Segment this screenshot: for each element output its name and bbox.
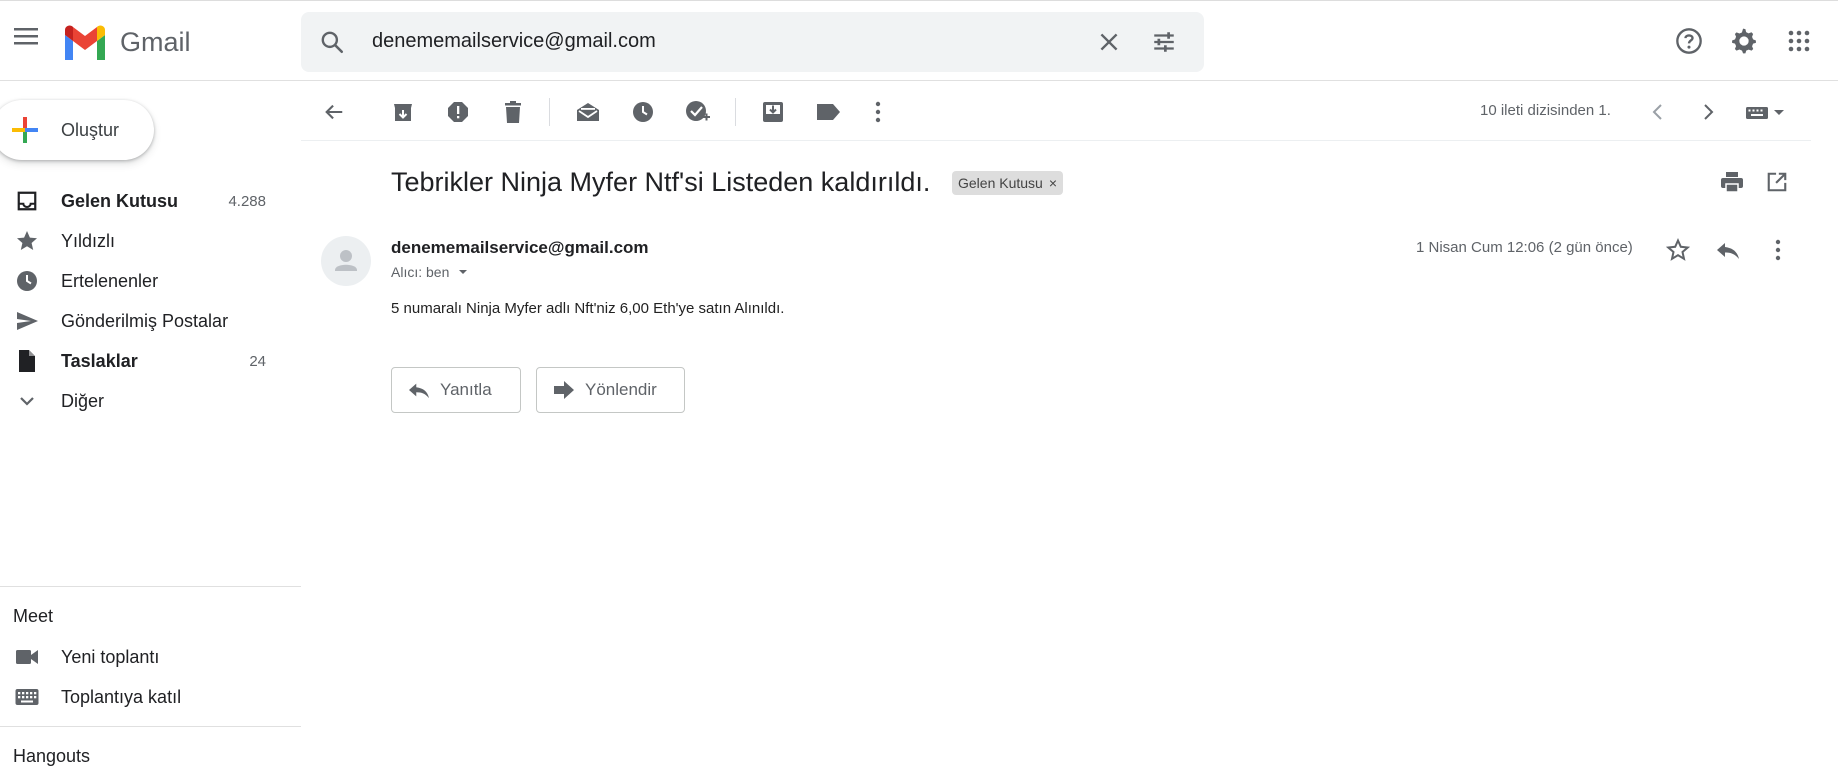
sender-avatar[interactable] [321, 236, 371, 286]
search-icon[interactable] [319, 29, 345, 55]
message-more-options-icon[interactable] [1762, 234, 1794, 266]
compose-plus-icon [11, 116, 39, 144]
apps-grid-icon[interactable] [1783, 25, 1815, 57]
search-input[interactable]: denememailservice@gmail.com [372, 30, 656, 53]
chevron-right-icon[interactable] [1690, 94, 1726, 130]
reply-arrow-icon[interactable] [1712, 234, 1744, 266]
remove-label-icon[interactable]: × [1049, 175, 1057, 191]
snooze-clock-icon[interactable] [625, 94, 661, 130]
compose-button[interactable]: Oluştur [0, 100, 154, 160]
reply-button[interactable]: Yanıtla [391, 367, 521, 413]
person-icon [335, 250, 357, 271]
star-outline-icon[interactable] [1662, 234, 1694, 266]
sidebar-item-more[interactable]: Diğer [0, 381, 290, 421]
sidebar-item-label: Ertelenenler [61, 270, 159, 291]
star-icon [14, 228, 40, 254]
sidebar-item-snoozed[interactable]: Ertelenenler [0, 261, 290, 301]
label-chip-text: Gelen Kutusu [958, 175, 1043, 191]
more-options-vertical-icon[interactable] [860, 94, 896, 130]
compose-label: Oluştur [61, 120, 120, 140]
top-header: Gmail denememailservice@gmail.com [0, 0, 1838, 81]
hangouts-section-title: Hangouts [13, 746, 91, 766]
toolbar-bottom-border [301, 140, 1811, 141]
reply-icon [408, 380, 430, 400]
video-camera-icon [14, 644, 40, 670]
caret-down-icon [459, 270, 468, 274]
send-icon [14, 308, 40, 334]
inbox-label-chip[interactable]: Gelen Kutusu × [952, 171, 1064, 195]
sidebar-item-label: Taslaklar [61, 350, 138, 371]
sidebar-item-sent[interactable]: Gönderilmiş Postalar [0, 301, 290, 341]
sidebar-item-label: Diğer [61, 390, 105, 411]
move-to-inbox-icon[interactable] [755, 94, 791, 130]
main-menu-icon[interactable] [10, 20, 42, 52]
chevron-left-icon[interactable] [1640, 94, 1676, 130]
meet-item-label: Toplantıya katıl [61, 686, 182, 707]
sidebar-divider [0, 586, 301, 587]
inbox-icon [14, 188, 40, 214]
forward-button-label: Yönlendir [585, 380, 657, 399]
search-bar[interactable]: denememailservice@gmail.com [301, 12, 1204, 72]
sidebar-item-starred[interactable]: Yıldızlı [0, 221, 290, 261]
gmail-logo[interactable]: Gmail [62, 23, 191, 61]
pager-text: 10 ileti dizisinden 1. [1480, 102, 1611, 119]
toolbar-divider [735, 98, 736, 126]
forward-button[interactable]: Yönlendir [536, 367, 685, 413]
help-icon[interactable] [1673, 25, 1705, 57]
delete-trash-icon[interactable] [495, 94, 531, 130]
clock-icon [14, 268, 40, 294]
meet-section-title: Meet [13, 606, 54, 626]
sender-email[interactable]: denememailservice@gmail.com [391, 238, 649, 258]
gmail-m-icon [65, 25, 105, 60]
add-to-tasks-icon[interactable] [680, 94, 716, 130]
gmail-logo-text: Gmail [120, 26, 191, 57]
open-in-new-window-icon[interactable] [1759, 164, 1795, 200]
sidebar-item-drafts[interactable]: Taslaklar 24 [0, 341, 290, 381]
recipient-details[interactable]: Alıcı: ben [391, 264, 471, 280]
sidebar-item-count: 4.288 [228, 192, 266, 210]
meet-item-label: Yeni toplantı [61, 646, 160, 667]
sidebar-item-label: Yıldızlı [61, 230, 116, 251]
forward-icon [553, 380, 575, 400]
message-body: 5 numaralı Ninja Myfer adlı Nft'niz 6,00… [391, 300, 785, 317]
sidebar-item-inbox[interactable]: Gelen Kutusu 4.288 [0, 181, 290, 221]
chevron-down-icon [14, 388, 40, 414]
archive-icon[interactable] [385, 94, 421, 130]
settings-gear-icon[interactable] [1728, 25, 1760, 57]
print-icon[interactable] [1714, 164, 1750, 200]
toolbar-divider [549, 98, 550, 126]
mark-unread-icon[interactable] [570, 94, 606, 130]
search-options-icon[interactable] [1151, 29, 1177, 55]
clear-search-icon[interactable] [1096, 29, 1122, 55]
meet-new-meeting[interactable]: Yeni toplantı [0, 637, 290, 677]
reply-button-label: Yanıtla [440, 380, 492, 399]
recipient-text: Alıcı: ben [391, 264, 450, 280]
sidebar-item-label: Gelen Kutusu [61, 190, 179, 211]
label-tag-icon[interactable] [810, 94, 846, 130]
message-subject: Tebrikler Ninja Myfer Ntf'si Listeden ka… [391, 167, 931, 197]
meet-join-meeting[interactable]: Toplantıya katıl [0, 677, 290, 717]
sidebar-item-count: 24 [249, 352, 266, 370]
input-tools-keyboard-icon[interactable] [1740, 94, 1790, 130]
keyboard-icon [14, 684, 40, 710]
sidebar-item-label: Gönderilmiş Postalar [61, 310, 229, 331]
sidebar-divider [0, 726, 301, 727]
back-arrow-icon[interactable] [316, 94, 352, 130]
report-spam-icon[interactable] [440, 94, 476, 130]
message-date: 1 Nisan Cum 12:06 (2 gün önce) [1416, 239, 1633, 256]
draft-file-icon [14, 348, 40, 374]
